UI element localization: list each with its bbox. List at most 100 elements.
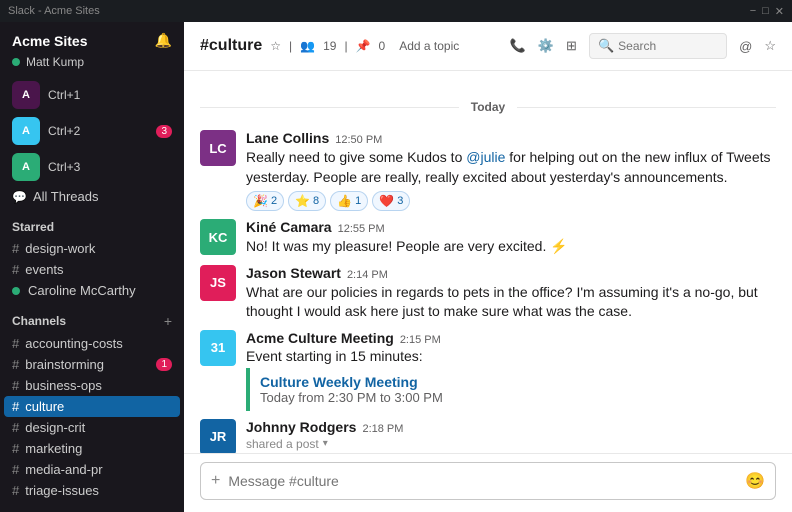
sidebar-item-business-ops[interactable]: # business-ops <box>0 375 184 396</box>
event-time-range: Today from 2:30 PM to 3:00 PM <box>260 390 766 405</box>
message-author: Kiné Camara <box>246 219 332 235</box>
attach-icon[interactable]: + <box>211 472 220 490</box>
sidebar-item-label: design-work <box>25 241 95 256</box>
sidebar-item-label: business-ops <box>25 378 102 393</box>
workspace-name[interactable]: Acme Sites <box>12 33 87 49</box>
channel-divider: | <box>289 39 292 53</box>
sidebar-item-label: events <box>25 262 63 277</box>
sidebar-item-label: accounting-costs <box>25 336 123 351</box>
sidebar-item-label: media-and-pr <box>25 462 102 477</box>
sidebar-item-accounting-costs[interactable]: # accounting-costs <box>0 333 184 354</box>
message: KC Kiné Camara 12:55 PM No! It was my pl… <box>184 215 792 261</box>
phone-icon[interactable]: 📞 <box>510 38 526 54</box>
gear-icon[interactable]: ⚙️ <box>538 38 554 54</box>
window-controls[interactable]: − □ ✕ <box>750 5 784 18</box>
at-icon[interactable]: @ <box>739 39 752 54</box>
message-text: No! It was my pleasure! People are very … <box>246 237 776 257</box>
message-header: Acme Culture Meeting 2:15 PM <box>246 330 776 346</box>
sidebar-item-label: Ctrl+2 <box>48 124 80 138</box>
avatar: A <box>12 117 40 145</box>
sidebar-item-label: Ctrl+3 <box>48 160 80 174</box>
message-text: Event starting in 15 minutes: <box>246 348 776 364</box>
hash-icon: # <box>12 420 19 435</box>
sidebar-item-label: culture <box>25 399 64 414</box>
message-content: Johnny Rodgers 2:18 PM shared a post ▾ 📄… <box>246 419 776 453</box>
search-box[interactable]: 🔍 <box>589 33 727 59</box>
message-time: 12:55 PM <box>338 223 385 235</box>
avatar: LC <box>200 130 236 166</box>
chevron-down-icon: ▾ <box>323 438 328 449</box>
sidebar-item-ctrl1[interactable]: A Ctrl+1 <box>0 77 184 113</box>
hash-icon: # <box>12 483 19 498</box>
message-content: Acme Culture Meeting 2:15 PM Event start… <box>246 330 776 411</box>
sidebar-item-triage-issues[interactable]: # triage-issues <box>0 480 184 501</box>
pin-count: 0 <box>379 39 386 53</box>
emoji-picker-icon[interactable]: 😊 <box>745 471 765 491</box>
sidebar-item-marketing[interactable]: # marketing <box>0 438 184 459</box>
pin-icon: 📌 <box>356 39 371 53</box>
sidebar-item-design-work[interactable]: # design-work <box>0 238 184 259</box>
notification-bell-icon[interactable]: 🔔 <box>155 32 172 49</box>
current-user-name: Matt Kump <box>26 55 84 69</box>
starred-section-title: Starred <box>12 220 54 234</box>
main-content: #culture ☆ | 👥 19 | 📌 0 Add a topic 📞 ⚙️… <box>184 22 792 512</box>
message-time: 2:15 PM <box>400 334 441 346</box>
sidebar-item-brainstorming[interactable]: # brainstorming 1 <box>0 354 184 375</box>
all-threads-label: All Threads <box>33 189 99 204</box>
bookmark-icon[interactable]: ☆ <box>764 38 776 54</box>
message-header: Johnny Rodgers 2:18 PM <box>246 419 776 435</box>
user-status-row: Matt Kump <box>0 53 184 77</box>
sidebar-item-ctrl2[interactable]: A Ctrl+2 3 <box>0 113 184 149</box>
dm-section-header: Direct Messages + <box>0 501 184 512</box>
star-icon[interactable]: ☆ <box>270 39 281 53</box>
sidebar-item-media-and-pr[interactable]: # media-and-pr <box>0 459 184 480</box>
starred-section-header: Starred <box>0 208 184 238</box>
add-channel-icon[interactable]: + <box>164 313 172 329</box>
sidebar-item-label: triage-issues <box>25 483 99 498</box>
reaction-button[interactable]: 👍1 <box>330 191 368 211</box>
close-button[interactable]: ✕ <box>775 5 784 18</box>
sidebar-item-ctrl3[interactable]: A Ctrl+3 <box>0 149 184 185</box>
message: JR Johnny Rodgers 2:18 PM shared a post … <box>184 415 792 453</box>
event-title[interactable]: Culture Weekly Meeting <box>260 374 766 390</box>
all-threads-item[interactable]: 💬 All Threads <box>0 185 184 208</box>
online-status-dot <box>12 287 20 295</box>
message-input[interactable] <box>228 473 737 489</box>
layout-icon[interactable]: ⊞ <box>566 38 577 54</box>
message-author: Jason Stewart <box>246 265 341 281</box>
message-text: Really need to give some Kudos to @julie… <box>246 148 776 187</box>
hash-icon: # <box>12 336 19 351</box>
date-divider: Today <box>184 99 792 114</box>
unread-badge: 1 <box>156 358 172 371</box>
hash-icon: # <box>12 462 19 477</box>
sidebar-item-events[interactable]: # events <box>0 259 184 280</box>
avatar: JR <box>200 419 236 453</box>
minimize-button[interactable]: − <box>750 5 756 18</box>
message-time: 2:14 PM <box>347 269 388 281</box>
mention[interactable]: @julie <box>466 149 505 165</box>
reaction-button[interactable]: ⭐8 <box>288 191 326 211</box>
message-time: 12:50 PM <box>335 134 382 146</box>
sidebar-item-label: Ctrl+1 <box>48 88 80 102</box>
event-message: 31 Acme Culture Meeting 2:15 PM Event st… <box>184 326 792 415</box>
message-time: 2:18 PM <box>362 423 403 435</box>
maximize-button[interactable]: □ <box>762 5 769 18</box>
search-icon: 🔍 <box>598 38 614 54</box>
sidebar-item-label: brainstorming <box>25 357 104 372</box>
sidebar-item-label: design-crit <box>25 420 85 435</box>
channel-divider: | <box>344 39 347 53</box>
message-author: Acme Culture Meeting <box>246 330 394 346</box>
channel-meta: ☆ | 👥 19 | 📌 0 Add a topic <box>270 39 459 53</box>
sidebar-item-design-crit[interactable]: # design-crit <box>0 417 184 438</box>
reaction-button[interactable]: ❤️3 <box>372 191 410 211</box>
sidebar-item-culture[interactable]: # culture <box>4 396 180 417</box>
channel-header: #culture ☆ | 👥 19 | 📌 0 Add a topic 📞 ⚙️… <box>184 22 792 71</box>
messages-area: Today LC Lane Collins 12:50 PM Really ne… <box>184 71 792 453</box>
sidebar-item-caroline[interactable]: Caroline McCarthy <box>0 280 184 301</box>
workspace-header: Acme Sites 🔔 <box>0 22 184 53</box>
message-reactions: 🎉2 ⭐8 👍1 ❤️3 <box>246 191 776 211</box>
reaction-button[interactable]: 🎉2 <box>246 191 284 211</box>
add-topic[interactable]: Add a topic <box>399 39 459 53</box>
search-input[interactable] <box>618 39 718 53</box>
unread-badge: 3 <box>156 125 172 138</box>
